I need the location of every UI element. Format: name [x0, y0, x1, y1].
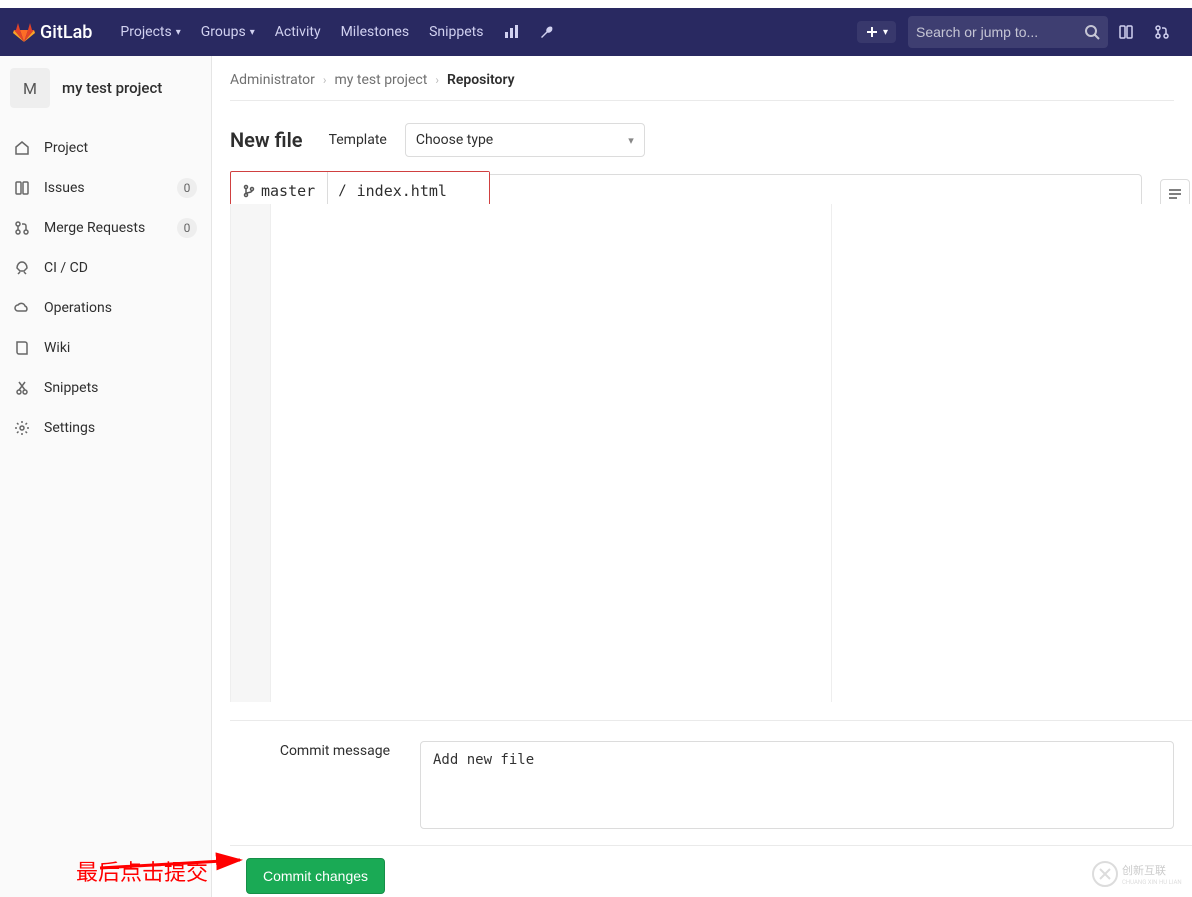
cloud-icon [14, 300, 30, 316]
sidebar: M my test project Project Issues 0 Merge… [0, 56, 212, 897]
path-separator: / [328, 183, 356, 199]
sidebar-item-label: Settings [44, 420, 95, 436]
chevron-down-icon: ▾ [883, 27, 888, 38]
issues-badge: 0 [177, 178, 197, 198]
project-name: my test project [62, 79, 162, 97]
sidebar-item-label: Merge Requests [44, 220, 145, 236]
breadcrumb-project[interactable]: my test project [335, 72, 428, 88]
chevron-down-icon: ▾ [176, 27, 181, 38]
project-header[interactable]: M my test project [0, 56, 211, 128]
merge-icon [14, 220, 30, 236]
editor-gutter-bg [231, 204, 271, 702]
nav-merge-requests-icon[interactable] [1144, 24, 1180, 40]
sidebar-item-label: CI / CD [44, 260, 88, 276]
nav-milestones[interactable]: Milestones [331, 8, 420, 56]
breadcrumb-admin[interactable]: Administrator [230, 72, 315, 88]
branch-name: master [261, 182, 315, 200]
nav-groups[interactable]: Groups▾ [191, 8, 265, 56]
sidebar-item-operations[interactable]: Operations [0, 288, 211, 328]
gitlab-logo-text: GitLab [40, 22, 92, 43]
annotation-text: 最后点击提交 [76, 855, 208, 887]
commit-message-section: Commit message [230, 720, 1192, 829]
new-dropdown[interactable]: ▾ [857, 21, 896, 43]
watermark-logo: 创新互联 CHUANG XIN HU LIAN [1090, 859, 1186, 889]
svg-text:CHUANG XIN HU LIAN: CHUANG XIN HU LIAN [1122, 879, 1182, 886]
chevron-right-icon: › [323, 73, 327, 87]
sidebar-item-label: Issues [44, 180, 85, 196]
sidebar-item-issues[interactable]: Issues 0 [0, 168, 211, 208]
gear-icon [14, 420, 30, 436]
breadcrumb: Administrator › my test project › Reposi… [230, 72, 1174, 101]
commit-message-input[interactable] [420, 741, 1174, 829]
sidebar-item-label: Snippets [44, 380, 98, 396]
nav-snippets[interactable]: Snippets [419, 8, 493, 56]
chevron-right-icon: › [435, 73, 439, 87]
merge-badge: 0 [177, 218, 197, 238]
issues-icon [14, 180, 30, 196]
sidebar-item-label: Operations [44, 300, 112, 316]
commit-changes-button[interactable]: Commit changes [246, 858, 385, 894]
sidebar-item-label: Wiki [44, 340, 70, 356]
page-title: New file [230, 128, 303, 152]
sidebar-item-wiki[interactable]: Wiki [0, 328, 211, 368]
gitlab-logo-icon [12, 20, 36, 44]
sidebar-item-merge-requests[interactable]: Merge Requests 0 [0, 208, 211, 248]
branch-icon [243, 184, 255, 198]
global-search[interactable] [908, 16, 1108, 48]
chevron-down-icon: ▾ [628, 134, 634, 147]
nav-activity[interactable]: Activity [265, 8, 331, 56]
sidebar-item-label: Project [44, 140, 88, 156]
sidebar-item-project[interactable]: Project [0, 128, 211, 168]
rocket-icon [14, 260, 30, 276]
book-icon [14, 340, 30, 356]
template-value: Choose type [416, 132, 493, 148]
sidebar-item-cicd[interactable]: CI / CD [0, 248, 211, 288]
plus-icon [865, 25, 879, 39]
snippet-icon [14, 380, 30, 396]
nav-analytics-icon[interactable] [493, 8, 529, 56]
breadcrumb-current: Repository [447, 72, 515, 88]
nav-projects[interactable]: Projects▾ [110, 8, 190, 56]
home-icon [14, 140, 30, 156]
editor-area[interactable] [230, 204, 1192, 702]
commit-message-label: Commit message [230, 741, 390, 829]
sidebar-item-settings[interactable]: Settings [0, 408, 211, 448]
project-avatar: M [10, 68, 50, 108]
template-label: Template [329, 132, 387, 148]
sidebar-item-snippets[interactable]: Snippets [0, 368, 211, 408]
commit-actions: Commit changes [230, 845, 1192, 894]
svg-text:创新互联: 创新互联 [1122, 863, 1166, 877]
template-select[interactable]: Choose type ▾ [405, 123, 645, 157]
nav-issues-icon[interactable] [1108, 24, 1144, 40]
editor-ruler [831, 204, 832, 702]
search-icon[interactable] [1084, 24, 1100, 40]
gitlab-logo[interactable]: GitLab [12, 20, 92, 44]
chevron-down-icon: ▾ [250, 27, 255, 38]
top-nav: GitLab Projects▾ Groups▾ Activity Milest… [0, 8, 1192, 56]
nav-wrench-icon[interactable] [529, 8, 565, 56]
search-input[interactable] [916, 24, 1084, 40]
